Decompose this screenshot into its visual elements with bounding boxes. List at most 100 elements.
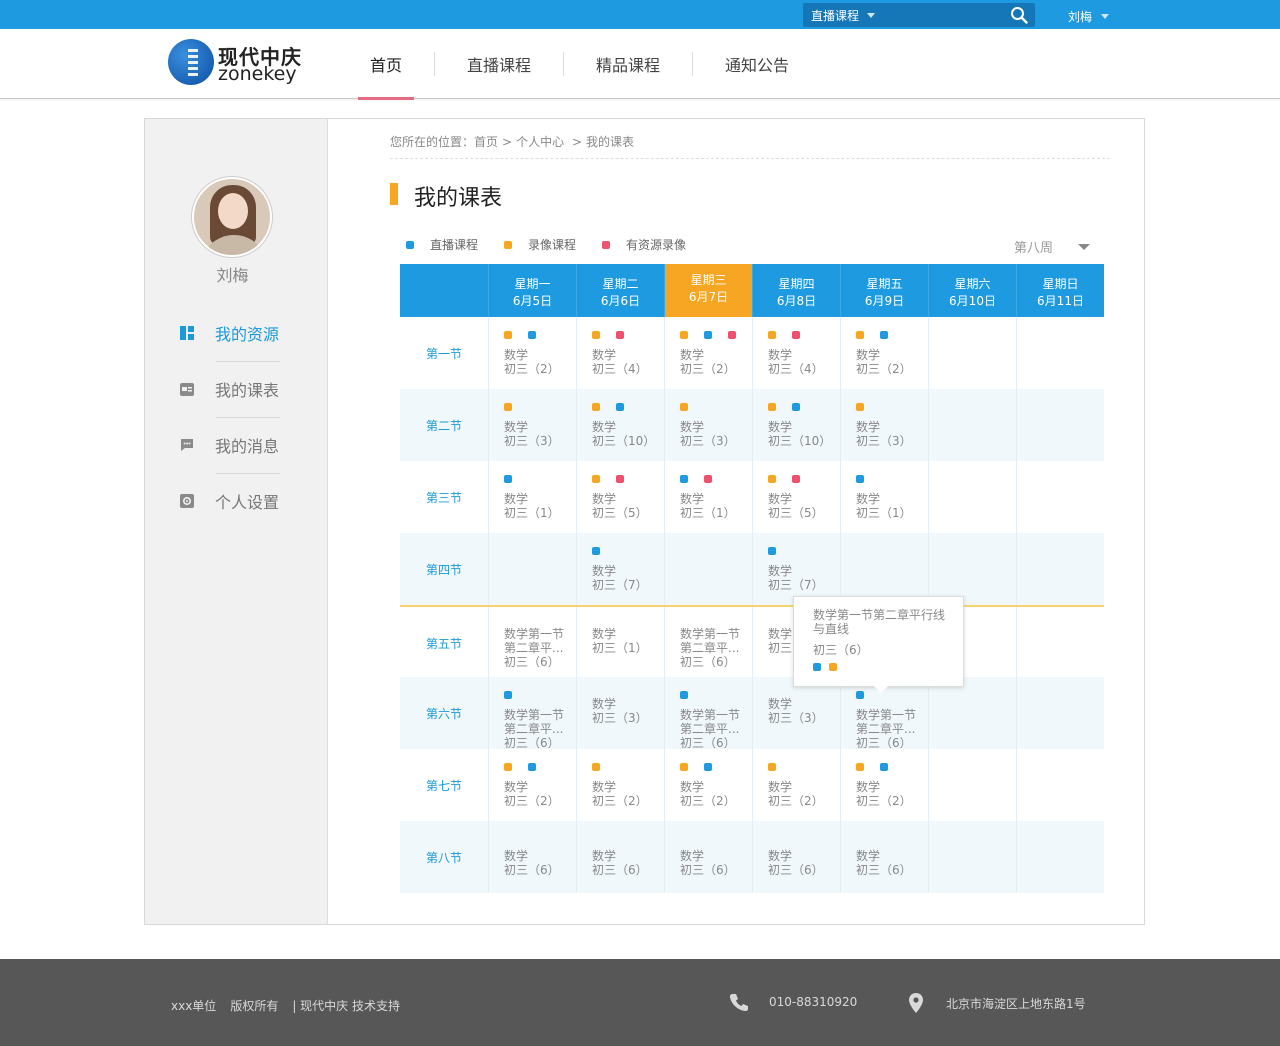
course-cell[interactable]: 数学 初三（3） — [488, 389, 576, 461]
empty-cell — [840, 533, 928, 605]
course-cell[interactable]: 数学 初三（3） — [840, 389, 928, 461]
avatar[interactable] — [192, 177, 272, 257]
course-cell[interactable]: 数学 初三（4） — [576, 317, 664, 389]
orange-dot-icon — [592, 403, 600, 411]
day-header: 星期二 6月6日 — [576, 264, 664, 317]
user-menu[interactable]: 刘梅 — [1068, 8, 1109, 25]
empty-cell — [928, 317, 1016, 389]
course-text: 数学 初三（10） — [768, 420, 832, 448]
schedule-row: 第四节 数学 初三（7） 数学 初三（7） — [400, 533, 1104, 605]
course-cell[interactable]: 数学 初三（2） — [576, 749, 664, 821]
top-bar: 直播课程 刘梅 — [0, 0, 1280, 29]
orange-dot-icon — [504, 403, 512, 411]
empty-cell — [928, 749, 1016, 821]
course-text: 数学 初三（2） — [680, 780, 736, 808]
course-text: 数学 初三（2） — [504, 348, 560, 376]
breadcrumb-current: 我的课表 — [586, 135, 635, 149]
course-text: 数学第一节 第二章平... 初三（6） — [504, 627, 565, 669]
user-name[interactable]: 刘梅 — [1068, 10, 1092, 24]
course-cell[interactable]: 数学 初三（2） — [664, 749, 752, 821]
week-selector[interactable]: 第八周 — [1014, 237, 1090, 256]
search-box[interactable]: 直播课程 — [803, 3, 1035, 27]
week-label[interactable]: 第八周 — [1014, 241, 1053, 256]
course-type-dots — [504, 691, 528, 699]
course-cell[interactable]: 数学第一节 第二章平... 初三（6） — [664, 677, 752, 750]
course-cell[interactable]: 数学 初三（6） — [840, 821, 928, 893]
nav-notices[interactable]: 通知公告 — [713, 29, 801, 99]
chevron-down-icon[interactable] — [1101, 14, 1109, 19]
course-text: 数学 初三（2） — [592, 780, 648, 808]
sidebar-item-my-messages[interactable]: 我的消息 — [179, 417, 319, 473]
course-type-dots — [680, 763, 728, 771]
nav-home[interactable]: 首页 — [358, 29, 415, 100]
sidebar-item-settings[interactable]: 个人设置 — [179, 473, 319, 529]
course-cell[interactable]: 数学 初三（4） — [752, 317, 840, 389]
nav-divider — [563, 52, 565, 76]
course-cell[interactable]: 数学 初三（3） — [576, 677, 664, 749]
course-cell[interactable]: 数学 初三（2） — [752, 749, 840, 821]
course-cell[interactable]: 数学 初三（2） — [488, 317, 576, 389]
course-cell[interactable]: 数学 初三（6） — [576, 821, 664, 893]
chevron-down-icon[interactable] — [867, 13, 875, 18]
schedule-row: 第八节 数学 初三（6） 数学 初三（6） 数学 初三（6） 数学 初三（6） 数学 初三… — [400, 821, 1104, 893]
course-cell[interactable]: 数学 初三（10） — [752, 389, 840, 461]
nav-featured-courses[interactable]: 精品课程 — [584, 29, 672, 99]
search-icon[interactable] — [1010, 6, 1028, 24]
course-cell[interactable]: 数学 初三（3） — [664, 389, 752, 461]
blue-dot-icon — [504, 691, 512, 699]
title-accent — [390, 183, 398, 205]
sidebar-item-my-schedule[interactable]: 我的课表 — [179, 361, 319, 417]
course-type-dots — [592, 475, 640, 483]
course-cell[interactable]: 数学 初三（2） — [488, 749, 576, 821]
course-type-dots — [680, 403, 704, 411]
breadcrumb-home[interactable]: 首页 — [474, 135, 498, 149]
empty-cell — [1016, 533, 1104, 605]
course-cell[interactable]: 数学 初三（6） — [752, 821, 840, 893]
course-text: 数学 初三（4） — [768, 348, 824, 376]
course-cell[interactable]: 数学 初三（2） — [840, 749, 928, 821]
course-cell[interactable]: 数学 初三（7） — [752, 533, 840, 605]
orange-dot-icon — [856, 331, 864, 339]
course-cell[interactable]: 数学 初三（1） — [488, 461, 576, 533]
nav-live-courses[interactable]: 直播课程 — [455, 29, 543, 99]
course-type-dots — [592, 547, 616, 555]
course-cell[interactable]: 数学 初三（1） — [664, 461, 752, 533]
blue-dot-icon — [680, 691, 688, 699]
course-cell[interactable]: 数学第一节 第二章平... 初三（6） — [488, 677, 576, 750]
course-cell[interactable]: 数学 初三（6） — [488, 821, 576, 893]
course-text: 数学第一节 第二章平... 初三（6） — [680, 627, 741, 669]
logo[interactable]: 现代中庆 zonekey — [168, 39, 308, 89]
content-area: 您所在的位置：首页 > 个人中心 > 我的课表 我的课表 直播课程 录像课程 有资源录… — [328, 119, 1144, 924]
blue-dot-icon — [528, 763, 536, 771]
legend-item: 有资源录像 — [602, 236, 686, 253]
course-cell[interactable]: 数学 初三（2） — [840, 317, 928, 389]
breadcrumb-personal-center[interactable]: 个人中心 — [516, 135, 564, 149]
course-cell[interactable]: 数学 初三（1） — [576, 607, 664, 679]
search-category[interactable]: 直播课程 — [811, 7, 859, 24]
course-cell[interactable]: 数学 初三（2） — [664, 317, 752, 389]
blue-dot-icon — [704, 763, 712, 771]
period-label: 第六节 — [425, 706, 462, 721]
course-type-dots — [504, 403, 528, 411]
course-cell[interactable]: 数学 初三（5） — [576, 461, 664, 533]
orange-dot-icon — [856, 403, 864, 411]
schedule-row: 第一节 数学 初三（2） 数学 初三（4） 数学 初三（2） 数学 初三（4） 数学 初三… — [400, 317, 1104, 389]
course-cell[interactable]: 数学第一节 第二章平... 初三（6） — [488, 607, 576, 679]
red-dot-icon — [616, 475, 624, 483]
course-cell[interactable]: 数学 初三（1） — [840, 461, 928, 533]
red-dot-icon — [792, 331, 800, 339]
course-cell[interactable]: 数学 初三（3） — [752, 677, 840, 749]
course-cell[interactable]: 数学第一节 第二章平... 初三（6） — [664, 607, 752, 679]
tooltip-class: 初三（6） — [813, 643, 869, 657]
course-cell[interactable]: 数学 初三（7） — [576, 533, 664, 605]
chevron-down-icon[interactable] — [1078, 244, 1090, 250]
blue-dot-icon — [768, 547, 776, 555]
breadcrumb-prefix: 您所在的位置： — [390, 135, 475, 149]
course-cell[interactable]: 数学 初三（10） — [576, 389, 664, 461]
course-type-dots — [768, 331, 816, 339]
course-cell[interactable]: 数学 初三（5） — [752, 461, 840, 533]
course-cell[interactable]: 数学 初三（6） — [664, 821, 752, 893]
blue-dot-icon — [880, 763, 888, 771]
sidebar-item-my-resources[interactable]: 我的资源 — [179, 305, 319, 361]
course-text: 数学 初三（6） — [592, 849, 648, 877]
